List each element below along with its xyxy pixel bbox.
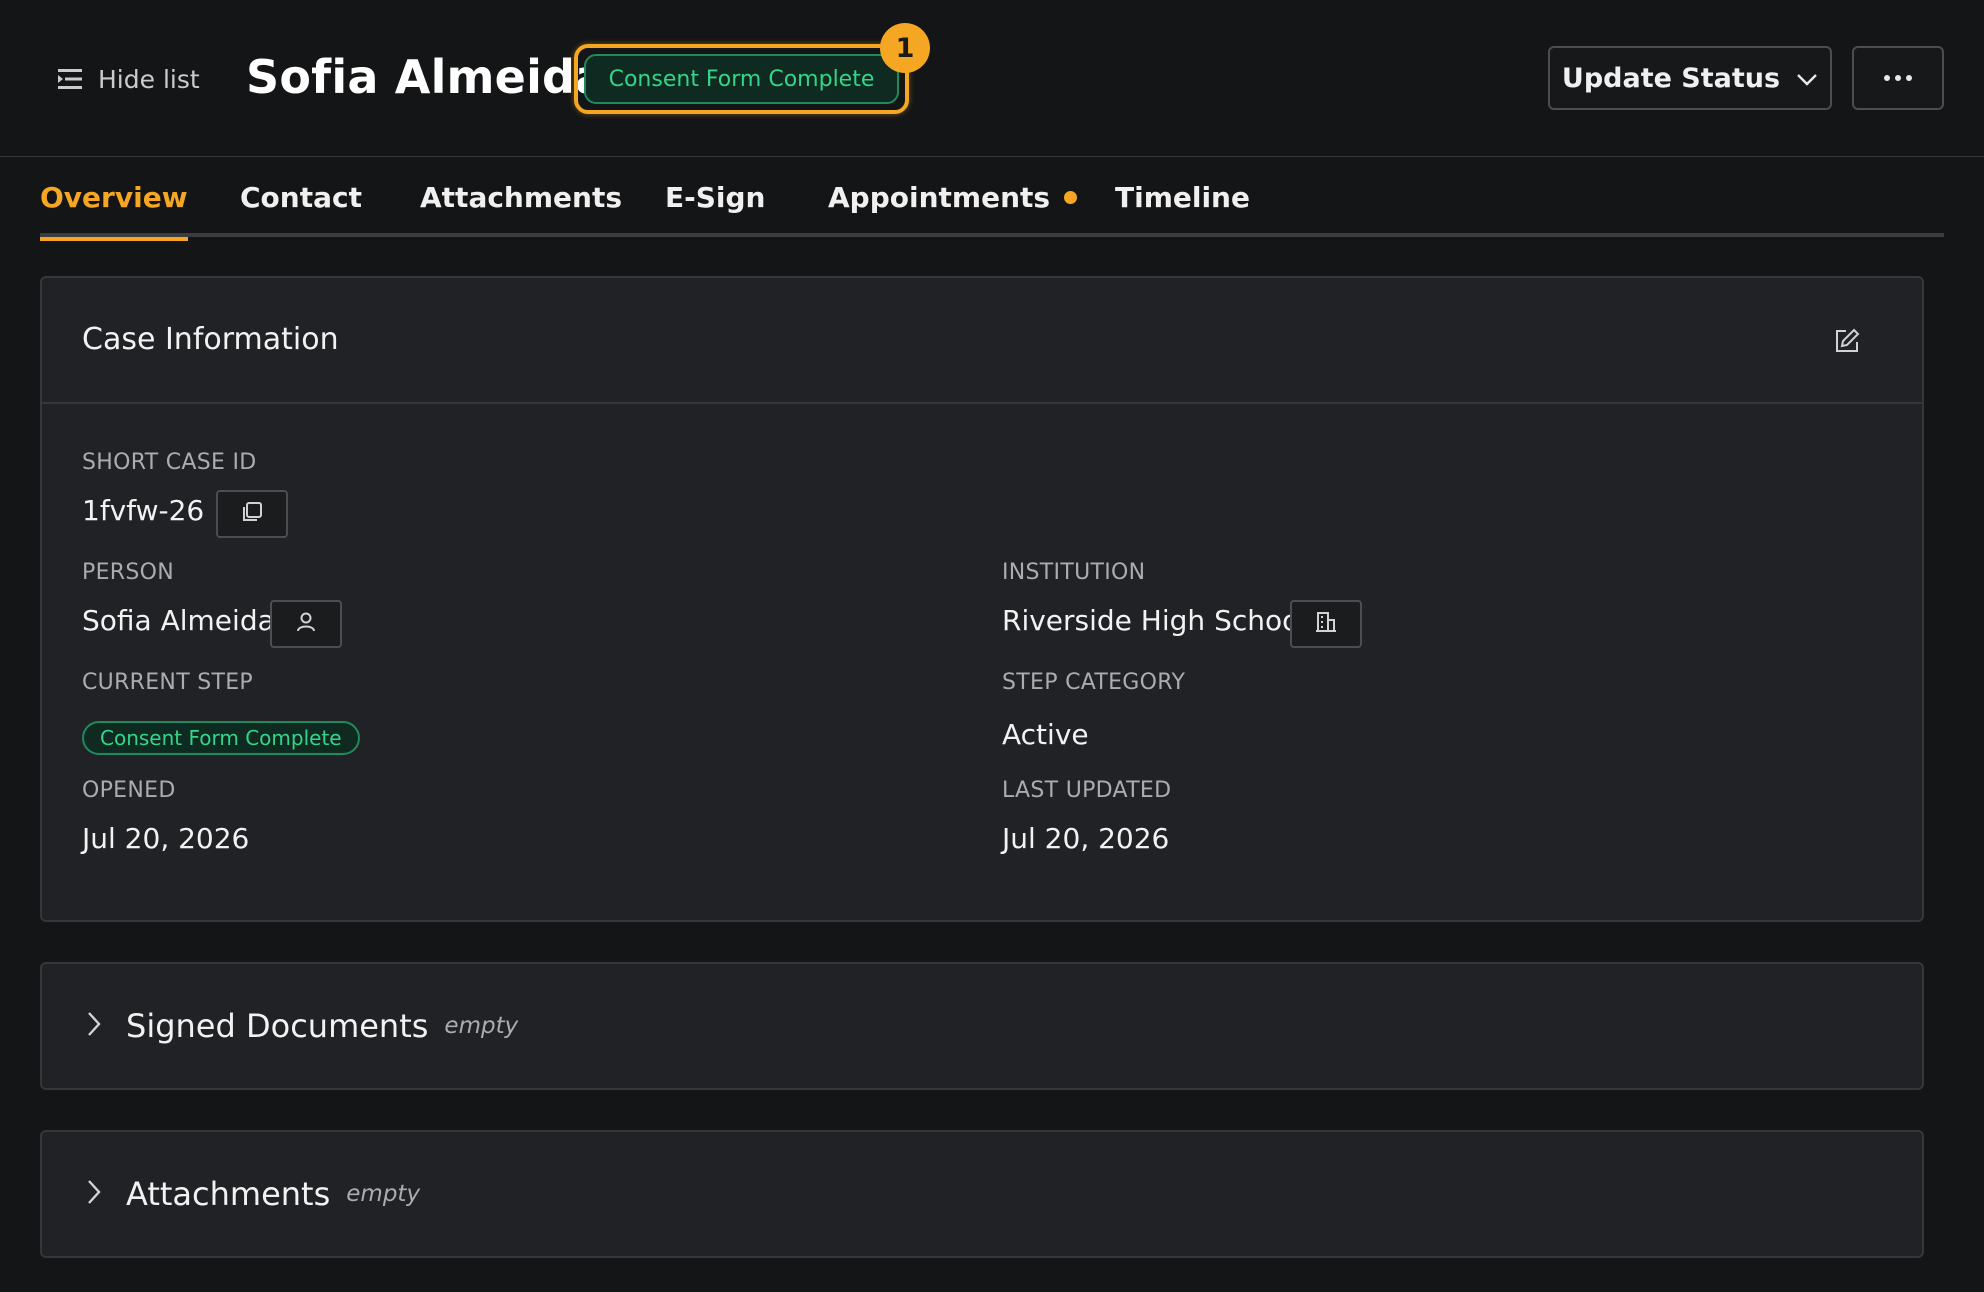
page-title: Sofia Almeida — [246, 50, 607, 104]
attachments-card: Attachments empty — [40, 1130, 1924, 1258]
institution-label: INSTITUTION — [1002, 560, 1146, 585]
attachments-toggle[interactable]: Attachments empty — [86, 1132, 420, 1256]
tab-timeline[interactable]: Timeline — [1115, 157, 1250, 237]
status-badge-highlight[interactable]: Consent Form Complete — [574, 44, 909, 114]
view-institution-button[interactable] — [1290, 600, 1362, 648]
person-label: PERSON — [82, 560, 174, 585]
signed-documents-card: Signed Documents empty — [40, 962, 1924, 1090]
step-category-value: Active — [1002, 718, 1089, 751]
tab-appointments-label: Appointments — [828, 180, 1051, 214]
last-updated-value: Jul 20, 2026 — [1002, 822, 1170, 855]
attachments-empty: empty — [346, 1181, 421, 1207]
tab-appointments[interactable]: Appointments — [828, 157, 1078, 237]
notification-count-badge: 1 — [880, 23, 930, 73]
last-updated-label: LAST UPDATED — [1002, 778, 1172, 803]
update-status-button[interactable]: Update Status — [1548, 46, 1832, 110]
page-header: Hide list Sofia Almeida Consent Form Com… — [0, 0, 1984, 157]
tab-e-sign[interactable]: E-Sign — [665, 157, 766, 237]
opened-label: OPENED — [82, 778, 176, 803]
status-badge[interactable]: Consent Form Complete — [584, 54, 899, 104]
view-person-button[interactable] — [270, 600, 342, 648]
edit-icon[interactable] — [1834, 328, 1860, 358]
short-case-id-label: SHORT CASE ID — [82, 450, 257, 475]
user-icon — [295, 611, 317, 637]
copy-icon — [241, 501, 263, 527]
tab-bar: Overview Contact Attachments E-Sign Appo… — [40, 157, 1944, 241]
signed-documents-empty: empty — [444, 1013, 519, 1039]
step-category-label: STEP CATEGORY — [1002, 670, 1186, 695]
short-case-id-value: 1fvfw-26 — [82, 494, 205, 527]
chevron-right-icon — [86, 1178, 102, 1210]
institution-value: Riverside High School — [1002, 604, 1308, 637]
chevron-right-icon — [86, 1010, 102, 1042]
tab-contact[interactable]: Contact — [240, 157, 362, 237]
chevron-down-icon — [1796, 63, 1818, 94]
more-options-button[interactable] — [1852, 46, 1944, 110]
current-step-badge: Consent Form Complete — [82, 721, 360, 755]
hide-list-button[interactable]: Hide list — [58, 60, 200, 98]
hide-list-label: Hide list — [98, 64, 200, 94]
case-information-title: Case Information — [82, 322, 339, 357]
case-information-card: Case Information SHORT CASE ID 1fvfw-26 … — [40, 276, 1924, 922]
copy-id-button[interactable] — [216, 490, 288, 538]
list-collapse-icon — [58, 68, 84, 90]
more-dots-icon — [1884, 75, 1890, 81]
signed-documents-toggle[interactable]: Signed Documents empty — [86, 964, 518, 1088]
tab-attachments[interactable]: Attachments — [420, 157, 622, 237]
person-value: Sofia Almeida — [82, 604, 275, 637]
current-step-label: CURRENT STEP — [82, 670, 253, 695]
case-information-header: Case Information — [42, 278, 1922, 404]
unread-dot-icon — [1064, 190, 1078, 204]
signed-documents-title: Signed Documents — [126, 1007, 429, 1045]
building-icon — [1315, 611, 1337, 637]
attachments-title: Attachments — [126, 1175, 331, 1213]
tab-overview[interactable]: Overview — [40, 157, 188, 241]
opened-value: Jul 20, 2026 — [82, 822, 250, 855]
update-status-label: Update Status — [1561, 62, 1781, 94]
